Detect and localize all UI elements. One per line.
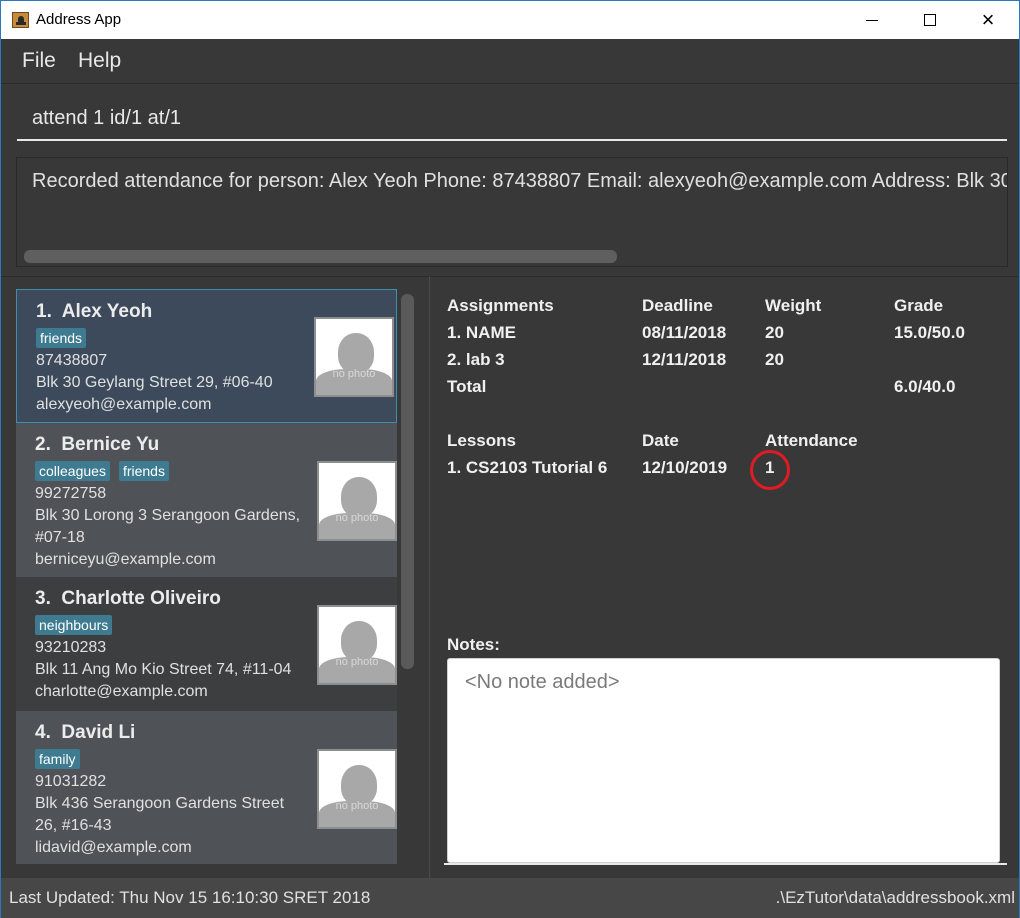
date-header: Date	[642, 431, 679, 450]
person-card[interactable]: 1. Alex Yeoh friends 87438807 Blk 30 Gey…	[16, 289, 397, 423]
person-list-scrollbar[interactable]	[401, 294, 414, 669]
lesson-name: 1. CS2103 Tutorial 6	[447, 458, 608, 477]
person-photo: no photo	[314, 317, 394, 397]
command-input[interactable]	[17, 97, 1007, 141]
command-box	[1, 85, 1019, 147]
status-bar: Last Updated: Thu Nov 15 16:10:30 SRET 2…	[1, 878, 1019, 918]
person-address-continued: 26, #16-43	[35, 817, 112, 834]
person-index: 4.	[35, 722, 51, 743]
person-name: David Li	[61, 722, 136, 743]
notes-label: Notes:	[447, 635, 500, 654]
person-email: charlotte@example.com	[35, 683, 208, 700]
result-display: Recorded attendance for person: Alex Yeo…	[16, 157, 1008, 267]
last-updated-status: Last Updated: Thu Nov 15 16:10:30 SRET 2…	[9, 888, 371, 907]
person-index: 3.	[35, 588, 51, 609]
person-index: 1.	[36, 301, 52, 322]
menu-bar: File Help	[1, 39, 1019, 84]
maximize-icon	[924, 14, 936, 26]
assignment-deadline: 08/11/2018	[642, 323, 727, 342]
tag-list: family	[35, 749, 80, 769]
person-address: Blk 30 Lorong 3 Serangoon Gardens,	[35, 507, 301, 524]
tag: neighbours	[35, 615, 113, 635]
photo-placeholder-label: no photo	[332, 368, 376, 380]
person-photo: no photo	[317, 749, 397, 829]
person-name: Charlotte Oliveiro	[61, 588, 221, 609]
tag: family	[35, 749, 80, 769]
person-phone: 93210283	[35, 639, 107, 656]
notes-underline	[444, 863, 1007, 865]
save-location-status: .\EzTutor\data\addressbook.xml	[775, 888, 1015, 907]
lesson-date: 12/10/2019	[642, 458, 728, 477]
assignment-grade: 15.0/50.0	[894, 323, 965, 342]
person-card[interactable]: 2. Bernice Yu colleagues friends 9927275…	[16, 423, 397, 577]
person-email: berniceyu@example.com	[35, 551, 216, 568]
person-email: lidavid@example.com	[35, 839, 192, 856]
tag: friends	[36, 328, 87, 348]
person-details-panel: Assignments Deadline Weight Grade 1. NAM…	[430, 276, 1019, 878]
assignment-name: 2. lab 3	[447, 350, 505, 369]
person-address: Blk 436 Serangoon Gardens Street	[35, 795, 285, 812]
person-list-panel: 1. Alex Yeoh friends 87438807 Blk 30 Gey…	[1, 276, 429, 878]
person-phone: 99272758	[35, 485, 107, 502]
weight-header: Weight	[765, 296, 822, 315]
silhouette-icon	[341, 765, 377, 805]
person-address-continued: #07-18	[35, 529, 85, 546]
tag-list: friends	[36, 328, 87, 348]
person-email: alexyeoh@example.com	[36, 396, 212, 413]
total-label: Total	[447, 377, 487, 396]
lessons-header: Lessons	[447, 431, 516, 450]
attendance-highlight-circle	[750, 450, 790, 490]
total-grade: 6.0/40.0	[894, 377, 956, 396]
result-horizontal-scrollbar[interactable]	[24, 250, 617, 263]
person-card[interactable]: 3. Charlotte Oliveiro neighbours 9321028…	[16, 577, 397, 711]
assignment-weight: 20	[765, 350, 784, 369]
title-bar: Address App ×	[1, 1, 1019, 39]
silhouette-icon	[341, 621, 377, 661]
minimize-button[interactable]	[843, 1, 901, 39]
person-phone: 87438807	[36, 352, 108, 369]
person-name: Alex Yeoh	[61, 301, 153, 322]
close-button[interactable]: ×	[959, 1, 1017, 39]
assignment-name: 1. NAME	[447, 323, 516, 342]
address-book-icon	[12, 12, 29, 28]
deadline-header: Deadline	[642, 296, 713, 315]
person-photo: no photo	[317, 605, 397, 685]
tag: friends	[118, 461, 169, 481]
person-name: Bernice Yu	[61, 434, 160, 455]
silhouette-icon	[341, 477, 377, 517]
grade-header: Grade	[894, 296, 944, 315]
menu-help[interactable]: Help	[78, 49, 121, 73]
assignments-header: Assignments	[447, 296, 554, 315]
notes-placeholder: <No note added>	[465, 671, 620, 693]
photo-placeholder-label: no photo	[335, 656, 379, 668]
person-photo: no photo	[317, 461, 397, 541]
photo-placeholder-label: no photo	[335, 512, 379, 524]
tag-list: colleagues friends	[35, 461, 169, 481]
minimize-icon	[866, 19, 878, 21]
person-phone: 91031282	[35, 773, 107, 790]
tag-list: neighbours	[35, 615, 113, 635]
close-icon: ×	[981, 7, 995, 32]
photo-placeholder-label: no photo	[335, 800, 379, 812]
silhouette-icon	[338, 333, 374, 373]
person-address: Blk 30 Geylang Street 29, #06-40	[36, 374, 273, 391]
attendance-header: Attendance	[765, 431, 858, 450]
person-card[interactable]: 4. David Li family 91031282 Blk 436 Sera…	[16, 711, 397, 864]
assignment-deadline: 12/11/2018	[642, 350, 727, 369]
menu-file[interactable]: File	[22, 49, 56, 73]
notes-textarea[interactable]: <No note added>	[447, 658, 1000, 863]
app-window: Address App × File Help Recorded attenda…	[0, 0, 1020, 918]
assignment-weight: 20	[765, 323, 784, 342]
person-index: 2.	[35, 434, 51, 455]
window-title: Address App	[36, 11, 122, 28]
maximize-button[interactable]	[901, 1, 959, 39]
result-text: Recorded attendance for person: Alex Yeo…	[32, 170, 1007, 192]
tag: colleagues	[35, 461, 110, 481]
person-address: Blk 11 Ang Mo Kio Street 74, #11-04	[35, 661, 292, 678]
